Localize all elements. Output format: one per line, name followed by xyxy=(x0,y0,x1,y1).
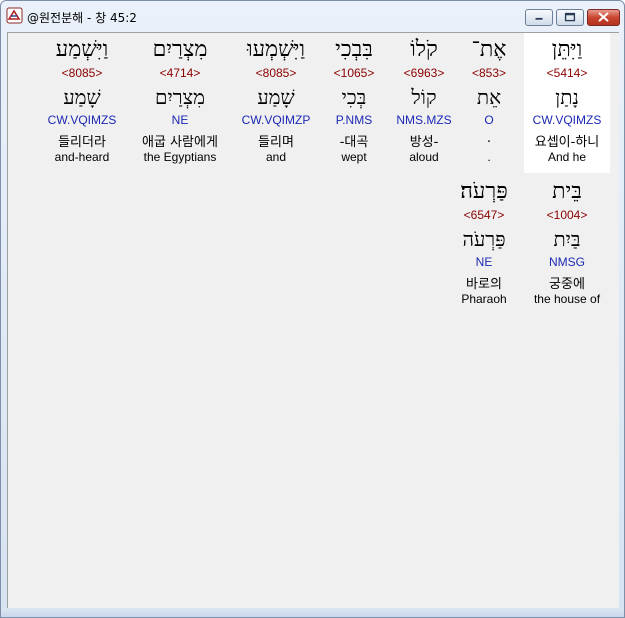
word-cell[interactable]: אֶת־ <853> אֵת O . . xyxy=(460,33,518,173)
word-cell[interactable]: בֵּית <1004> בַּיִת NMSG 궁중에 the house o… xyxy=(524,175,610,315)
english-gloss: the Egyptians xyxy=(143,150,217,164)
korean-gloss: 바로의 xyxy=(466,277,502,292)
english-gloss: aloud xyxy=(409,150,439,164)
hebrew-word: קֹלוֹ xyxy=(410,37,438,62)
lemma: נָתַן xyxy=(555,85,579,109)
english-gloss: Pharaoh xyxy=(461,292,507,306)
lemma: פַּרְעֹה xyxy=(462,227,506,251)
korean-gloss: -대곡 xyxy=(339,135,369,150)
strong-number[interactable]: <8085> xyxy=(232,66,320,80)
english-gloss: the house of xyxy=(533,292,601,306)
english-gloss: and xyxy=(265,150,287,164)
parsing-code: CW.VQIMZS xyxy=(47,113,117,127)
korean-gloss: 요셉이-하니 xyxy=(534,135,600,150)
interlinear-view[interactable]: וַיִּתֵּן <5414> נָתַן CW.VQIMZS 요셉이-하니 … xyxy=(7,32,619,610)
verse-line: וַיִּתֵּן <5414> נָתַן CW.VQIMZS 요셉이-하니 … xyxy=(8,33,620,173)
lemma: שָׁמַע xyxy=(257,85,295,109)
parsing-code: P.NMS xyxy=(335,113,373,127)
title-bar[interactable]: @원전분해 - 창 45:2 xyxy=(1,1,624,31)
word-cell[interactable]: מִצְרַיִם <4714> מִצְרַיִם NE 애굽 사람에게 th… xyxy=(128,33,232,173)
english-gloss: and-heard xyxy=(54,150,110,164)
word-cell[interactable]: וַיִּשְׁמַע <8085> שָׁמַע CW.VQIMZS 들리더라… xyxy=(38,33,126,173)
window-bottom-border xyxy=(1,608,624,617)
window-title: @원전분해 - 창 45:2 xyxy=(27,11,137,25)
english-gloss: wept xyxy=(341,150,367,164)
hebrew-word: וַיִּשְׁמְעוּ xyxy=(246,37,306,62)
lemma: קוֹל xyxy=(411,85,437,109)
korean-gloss: 궁중에 xyxy=(549,277,585,292)
close-button[interactable] xyxy=(587,9,620,26)
app-window: @원전분해 - 창 45:2 וַיִּתֵּן <5414> נָתַן CW… xyxy=(0,0,625,618)
english-gloss: . xyxy=(487,150,491,164)
strong-number[interactable]: <4714> xyxy=(128,66,232,80)
word-cell[interactable]: וַיִּשְׁמְעוּ <8085> שָׁמַע CW.VQIMZP 들리… xyxy=(232,33,320,173)
english-gloss: And he xyxy=(547,150,587,164)
hebrew-word: מִצְרַיִם xyxy=(152,37,208,62)
lemma: בְּכִי xyxy=(341,85,367,109)
lemma: בַּיִת xyxy=(553,227,581,251)
parsing-code: NMSG xyxy=(549,255,585,269)
korean-gloss: 들리더라 xyxy=(58,135,106,150)
close-icon xyxy=(598,12,609,22)
strong-number[interactable]: <853> xyxy=(460,66,518,80)
maximize-button[interactable] xyxy=(556,9,584,26)
strong-number[interactable]: <8085> xyxy=(38,66,126,80)
hebrew-word: אֶת־ xyxy=(471,37,507,62)
lemma: מִצְרַיִם xyxy=(155,85,205,109)
strong-number[interactable]: <5414> xyxy=(524,66,610,80)
verse-line: בֵּית <1004> בַּיִת NMSG 궁중에 the house o… xyxy=(8,175,620,315)
parsing-code: CW.VQIMZS xyxy=(532,113,602,127)
app-icon[interactable] xyxy=(6,7,23,24)
minimize-button[interactable] xyxy=(525,9,553,26)
parsing-code: O xyxy=(484,113,494,127)
parsing-code: CW.VQIMZP xyxy=(241,113,311,127)
word-cell[interactable]: קֹלוֹ <6963> קוֹל NMS.MZS 방성- aloud xyxy=(388,33,460,173)
parsing-code: NE xyxy=(171,113,189,127)
lemma: שָׁמַע xyxy=(63,85,101,109)
minimize-icon xyxy=(535,17,543,20)
word-cell[interactable]: וַיִּתֵּן <5414> נָתַן CW.VQIMZS 요셉이-하니 … xyxy=(524,33,610,173)
word-cell[interactable]: פַּרְעֹה׃ <6547> פַּרְעֹה NE 바로의 Pharaoh xyxy=(446,175,522,315)
maximize-icon xyxy=(564,12,576,22)
strong-number[interactable]: <1004> xyxy=(524,208,610,222)
hebrew-word: וַיִּשְׁמַע xyxy=(55,37,109,62)
hebrew-word: וַיִּתֵּן xyxy=(551,37,583,62)
strong-number[interactable]: <6547> xyxy=(446,208,522,222)
strong-number[interactable]: <6963> xyxy=(388,66,460,80)
hebrew-word: בֵּית xyxy=(552,179,582,204)
korean-gloss: . xyxy=(486,131,492,146)
hebrew-word: בִּבְכִי xyxy=(335,37,373,62)
parsing-code: NMS.MZS xyxy=(396,113,452,127)
hebrew-word: פַּרְעֹה׃ xyxy=(460,179,508,204)
korean-gloss: 방성- xyxy=(409,135,439,150)
parsing-code: NE xyxy=(475,255,493,269)
korean-gloss: 들리며 xyxy=(258,135,294,150)
korean-gloss: 애굽 사람에게 xyxy=(142,135,218,150)
strong-number[interactable]: <1065> xyxy=(320,66,388,80)
word-cell[interactable]: בִּבְכִי <1065> בְּכִי P.NMS -대곡 wept xyxy=(320,33,388,173)
lemma: אֵת xyxy=(476,85,502,109)
